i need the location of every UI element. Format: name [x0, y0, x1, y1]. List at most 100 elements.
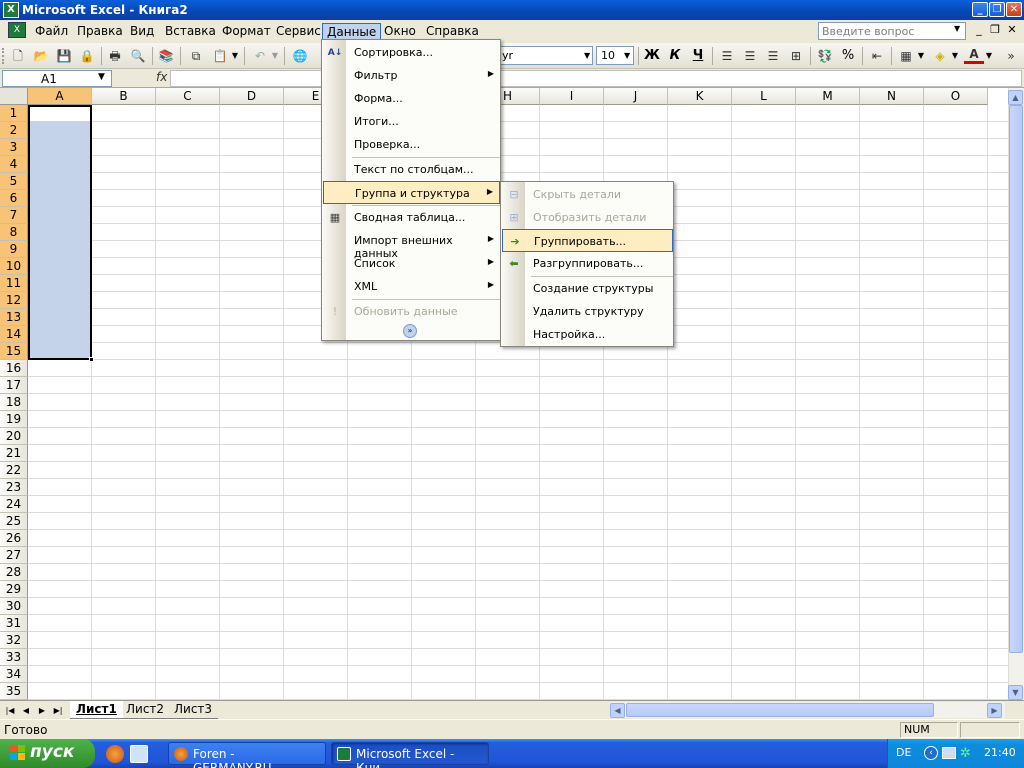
save-icon[interactable]: 💾 [54, 46, 74, 66]
doc-close-button[interactable]: ✕ [1005, 23, 1019, 37]
row-header[interactable]: 23 [0, 479, 28, 496]
menu-window[interactable]: Окно [380, 23, 420, 40]
borders-dropdown-icon[interactable]: ▼ [916, 46, 926, 66]
insert-function-icon[interactable]: fx [156, 70, 167, 84]
research-icon[interactable]: 📚 [156, 46, 176, 66]
double-chevron-down-icon[interactable]: » [403, 324, 417, 338]
row-header[interactable]: 29 [0, 581, 28, 598]
row-header[interactable]: 17 [0, 377, 28, 394]
next-sheet-icon[interactable]: ▶ [36, 704, 48, 717]
italic-button[interactable]: К [665, 46, 685, 66]
scroll-left-icon[interactable]: ◀ [610, 703, 625, 718]
firefox-quicklaunch-icon[interactable] [106, 745, 124, 763]
font-color-dropdown-icon[interactable]: ▼ [984, 46, 994, 66]
doc-restore-button[interactable]: ❐ [988, 23, 1002, 37]
row-header[interactable]: 19 [0, 411, 28, 428]
first-sheet-icon[interactable]: |◀ [4, 704, 16, 717]
borders-icon[interactable]: ▦ [896, 46, 916, 66]
row-header[interactable]: 33 [0, 649, 28, 666]
submenu-item-ungroup[interactable]: ⬅ Разгруппировать... [502, 252, 673, 275]
sheet-tab-2[interactable]: Лист2 [120, 701, 171, 719]
menu-item-sort[interactable]: A↓ Сортировка... [323, 41, 500, 64]
row-header[interactable]: 30 [0, 598, 28, 615]
column-header[interactable]: M [796, 88, 860, 105]
row-header[interactable]: 10 [0, 258, 28, 275]
row-header[interactable]: 21 [0, 445, 28, 462]
row-header[interactable]: 32 [0, 632, 28, 649]
menu-item-pivot-table[interactable]: ▦ Сводная таблица... [323, 206, 500, 229]
print-preview-icon[interactable]: 🔍 [128, 46, 148, 66]
scroll-up-icon[interactable]: ▲ [1008, 90, 1023, 105]
column-header[interactable]: L [732, 88, 796, 105]
new-document-icon[interactable]: 🗋 [8, 46, 28, 66]
doc-minimize-button[interactable]: _ [972, 23, 986, 37]
menu-help[interactable]: Справка [422, 23, 483, 40]
worksheet-grid[interactable]: ABCDEFGHIJKLMNO 123456789101112131415161… [0, 88, 1008, 700]
chevron-down-icon[interactable]: ▼ [954, 24, 964, 38]
row-header[interactable]: 8 [0, 224, 28, 241]
row-header[interactable]: 27 [0, 547, 28, 564]
hyperlink-icon[interactable]: 🌐 [290, 46, 310, 66]
toolbar-grip[interactable] [2, 48, 6, 64]
merge-center-icon[interactable]: ⊞ [786, 46, 806, 66]
cell-selection[interactable] [28, 105, 92, 360]
row-header[interactable]: 9 [0, 241, 28, 258]
menu-item-group-and-outline[interactable]: Группа и структура ▶ [323, 181, 500, 204]
row-header[interactable]: 7 [0, 207, 28, 224]
undo-icon[interactable]: ↶ [250, 46, 270, 66]
font-name-dropdown-icon[interactable]: ▼ [584, 51, 590, 60]
network-icon[interactable] [942, 747, 956, 759]
row-header[interactable]: 25 [0, 513, 28, 530]
name-box-dropdown-icon[interactable]: ▼ [98, 72, 105, 82]
prev-sheet-icon[interactable]: ◀ [20, 704, 32, 717]
row-header[interactable]: 28 [0, 564, 28, 581]
row-header[interactable]: 24 [0, 496, 28, 513]
currency-icon[interactable]: 💱 [815, 46, 835, 66]
copy-icon[interactable]: ⧉ [186, 46, 206, 66]
row-header[interactable]: 4 [0, 156, 28, 173]
menu-format[interactable]: Формат [218, 23, 275, 40]
vertical-scroll-thumb[interactable] [1009, 105, 1023, 653]
row-header[interactable]: 18 [0, 394, 28, 411]
row-header[interactable]: 5 [0, 173, 28, 190]
align-right-icon[interactable]: ☰ [763, 46, 783, 66]
taskbar-button-excel[interactable]: Microsoft Excel - Кни... [331, 742, 489, 768]
column-header[interactable]: O [924, 88, 988, 105]
row-header[interactable]: 2 [0, 122, 28, 139]
sheet-tab-3[interactable]: Лист3 [168, 701, 219, 719]
row-header[interactable]: 22 [0, 462, 28, 479]
column-header[interactable]: C [156, 88, 220, 105]
row-header[interactable]: 13 [0, 309, 28, 326]
menu-item-filter[interactable]: Фильтр ▶ [323, 64, 500, 87]
name-box[interactable]: A1 [2, 70, 112, 87]
column-header[interactable]: B [92, 88, 156, 105]
bold-button[interactable]: Ж [642, 46, 662, 66]
permission-icon[interactable]: 🔒 [77, 46, 97, 66]
clock[interactable]: 21:40 [984, 746, 1016, 759]
column-header[interactable]: J [604, 88, 668, 105]
column-header[interactable]: I [540, 88, 604, 105]
fill-color-dropdown-icon[interactable]: ▼ [950, 46, 960, 66]
row-header[interactable]: 1 [0, 105, 28, 122]
undo-dropdown-icon[interactable]: ▼ [270, 46, 280, 66]
menu-tools[interactable]: Сервис [272, 23, 325, 40]
column-header[interactable]: N [860, 88, 924, 105]
close-button[interactable]: ✕ [1006, 2, 1022, 17]
font-color-icon[interactable]: A [964, 46, 984, 64]
percent-button[interactable]: % [838, 46, 858, 66]
menu-data[interactable]: Данные [322, 23, 382, 40]
tray-app-icon[interactable]: ✲ [960, 746, 971, 761]
menu-item-text-to-columns[interactable]: Текст по столбцам... [323, 158, 500, 181]
language-indicator[interactable]: DE [896, 746, 911, 759]
row-header[interactable]: 3 [0, 139, 28, 156]
scroll-right-icon[interactable]: ▶ [987, 703, 1002, 718]
row-header[interactable]: 31 [0, 615, 28, 632]
open-folder-icon[interactable]: 📂 [31, 46, 51, 66]
minimize-button[interactable]: _ [972, 2, 988, 17]
tray-expand-icon[interactable]: ‹ [924, 746, 938, 760]
column-header[interactable]: K [668, 88, 732, 105]
decrease-indent-icon[interactable]: ⇤ [867, 46, 887, 66]
sheet-tab-1[interactable]: Лист1 [70, 701, 123, 719]
last-sheet-icon[interactable]: ▶| [52, 704, 64, 717]
row-header[interactable]: 11 [0, 275, 28, 292]
